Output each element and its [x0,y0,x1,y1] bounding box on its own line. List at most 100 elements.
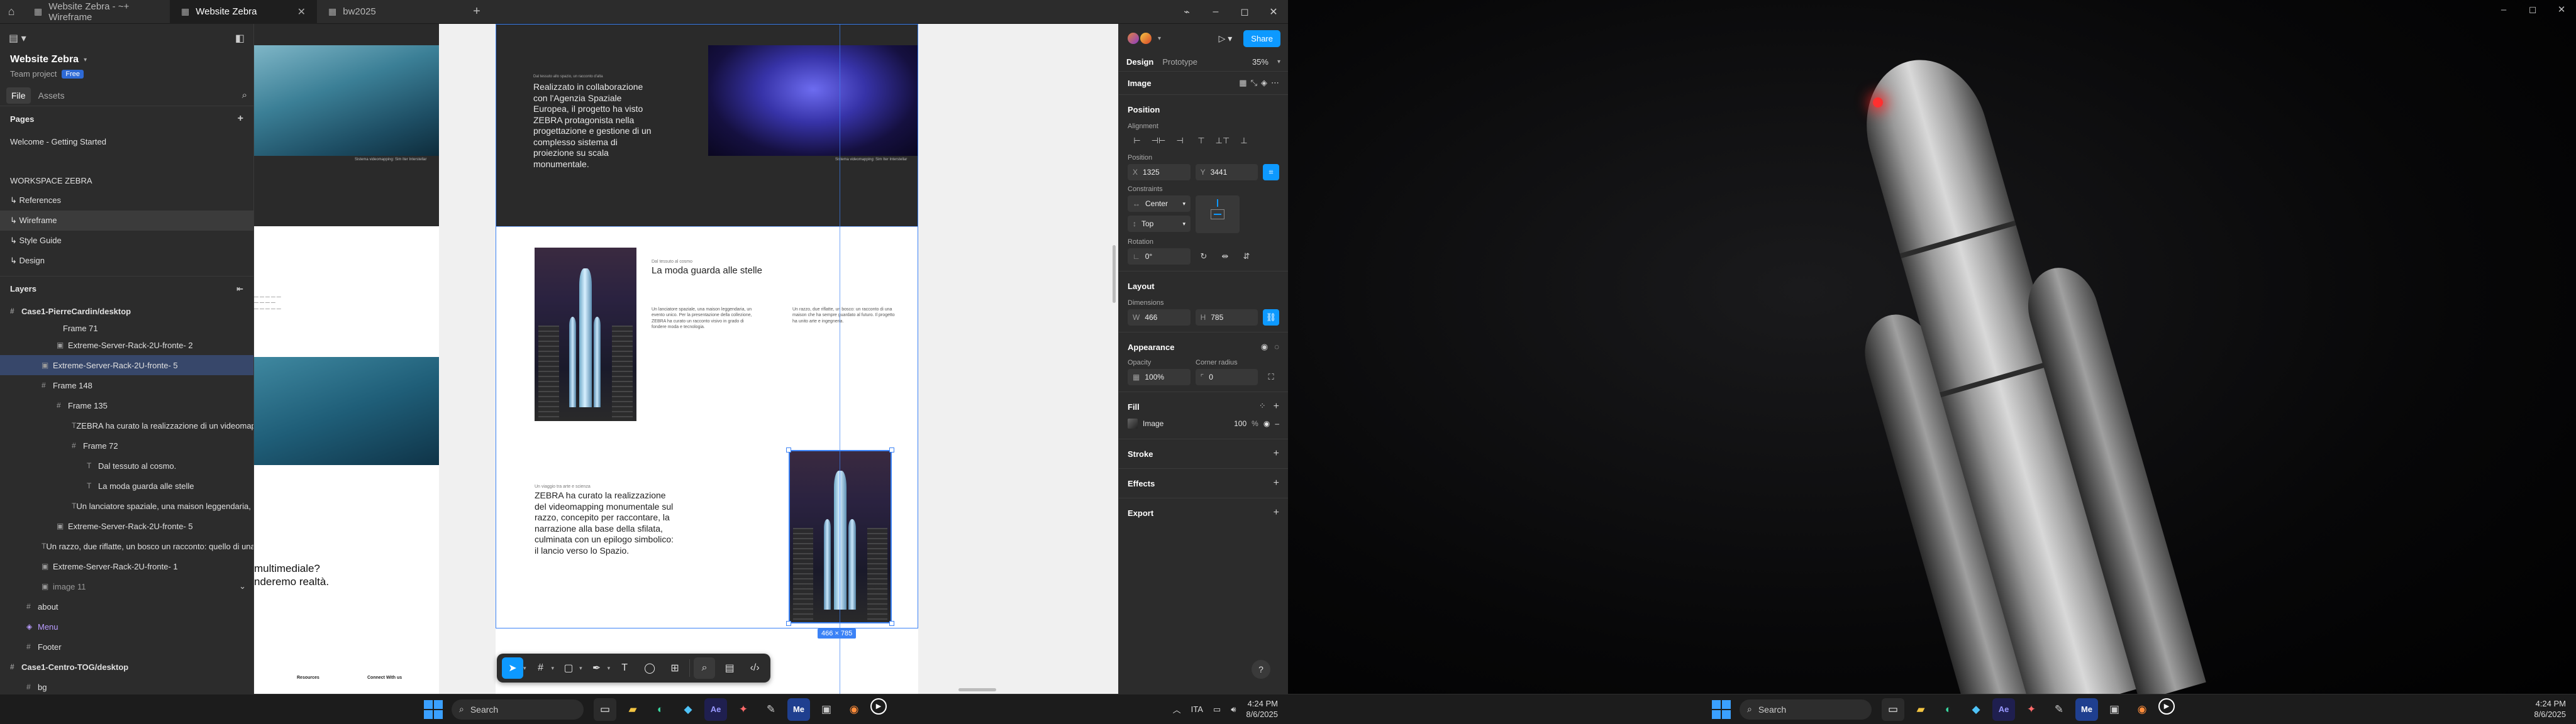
tab-file[interactable]: File [6,87,31,104]
chevron-down-icon[interactable]: ▾ [608,665,611,672]
blend-icon[interactable]: ◌ [1274,342,1279,352]
clock[interactable]: 4:24 PM 8/6/2025 [1246,699,1278,720]
present-icon[interactable]: ▷ ▾ [1219,33,1233,44]
volume-icon[interactable]: 🔊︎ [1231,705,1236,715]
styles-icon[interactable]: ⁘ [1259,401,1266,412]
media-player-icon[interactable]: ▶ [2158,698,2175,715]
vscode-icon[interactable]: ◆ [677,698,699,721]
layer-row[interactable]: T La moda guarda alle stelle [0,476,253,496]
minimize-icon[interactable]: – [1201,0,1230,24]
x-position-field[interactable]: X 1325 [1128,164,1191,180]
windows-start-icon[interactable] [1712,699,1731,719]
maximize-icon[interactable]: ◻ [2518,0,2547,19]
tab-design[interactable]: Design [1126,57,1153,67]
tab-website-zebra[interactable]: ▦ Website Zebra ✕ [170,0,317,24]
move-tool-icon[interactable]: ➤ [502,657,523,679]
more-icon[interactable]: ⋯ [1271,78,1279,88]
language-indicator[interactable]: ITA [1191,705,1203,714]
chevron-down-icon[interactable]: ▾ [1277,58,1280,65]
horizontal-constraint[interactable]: ↔ Center ▾ [1128,195,1191,212]
share-button[interactable]: Share [1243,30,1280,47]
maximize-icon[interactable]: ◻ [1230,0,1259,24]
layer-row[interactable]: # Frame 148 [0,375,253,395]
layer-row-selected[interactable]: ▣ Extreme-Server-Rack-2U-fronte- 5 [0,355,253,375]
underwater-photo[interactable] [254,45,439,156]
figma-icon[interactable]: ✦ [732,698,755,721]
toggle-sidebar-icon[interactable]: ◧ [235,32,245,45]
design-canvas[interactable]: Sistema videomapping: Sim Iter Interstel… [254,24,1118,694]
individual-corners-icon[interactable]: ⛶ [1263,369,1279,385]
edge-icon[interactable]: ◐ [1937,698,1960,721]
actions-tool-icon[interactable]: ⊞ [664,657,686,679]
layer-row[interactable]: # Case1-PierreCardin/desktop [0,301,253,321]
media-encoder-icon[interactable]: Me [2075,698,2098,721]
file-explorer-icon[interactable]: ▰ [1909,698,1932,721]
design-mode-icon[interactable]: ⌕ [694,657,716,679]
flip-vertical-icon[interactable]: ⇵ [1238,248,1255,265]
tab-wireframe[interactable]: ▦ Website Zebra - ~+ Wireframe [23,0,170,24]
taskbar-search[interactable]: ⌕ Search [452,699,584,720]
help-button[interactable]: ? [1252,660,1270,679]
grid-icon[interactable]: ▦ [1239,78,1246,88]
y-position-field[interactable]: Y 3441 [1195,164,1258,180]
pen-app-icon[interactable]: ✎ [2048,698,2070,721]
rotate-icon[interactable]: ↻ [1196,248,1212,265]
media-player-icon[interactable]: ▶ [870,698,887,715]
new-tab-button[interactable]: + [464,0,489,24]
layer-row[interactable]: ▣ Extreme-Server-Rack-2U-fronte- 5 [0,516,253,536]
height-field[interactable]: H 785 [1195,309,1258,326]
layer-row[interactable]: # Frame 135 [0,395,253,415]
layer-row[interactable]: # Case1-Centro-TOG/desktop [0,657,253,677]
collapse-layers-icon[interactable]: ⇤ [236,284,243,294]
layer-row[interactable]: ◈ Menu [0,617,253,637]
expand-icon[interactable]: ⌄ [239,581,246,591]
rectangle-tool-icon[interactable]: ▢ [558,657,579,679]
tab-prototype[interactable]: Prototype [1162,57,1197,67]
figma-icon[interactable]: ✦ [2020,698,2043,721]
align-top-icon[interactable]: ⊤ [1192,133,1211,149]
align-right-icon[interactable]: ⊣ [1170,133,1189,149]
avatar[interactable] [1139,31,1153,45]
add-fill-icon[interactable]: + [1274,401,1279,412]
lock-ratio-icon[interactable]: ⛓ [1263,309,1279,326]
layer-row[interactable]: # Frame 72 [0,436,253,456]
constraint-widget[interactable] [1196,195,1240,233]
layer-row[interactable]: T Un razzo, due riflatte, un bosco un rac… [0,536,253,556]
frame-tool-icon[interactable]: # [530,657,552,679]
add-effect-icon[interactable]: + [1274,478,1279,489]
chevron-down-icon[interactable]: ▾ [1158,35,1161,42]
avatar[interactable] [1126,31,1140,45]
page-item[interactable]: ↳ Style Guide [0,231,253,251]
layer-row[interactable]: T ZEBRA ha curato la realizzazione di un … [0,415,253,436]
image-selection-box[interactable] [789,450,892,623]
page-item[interactable]: ↳ References [0,190,253,211]
image-fill-swatch[interactable] [1128,419,1138,429]
resize-handle-sw[interactable] [786,621,791,626]
after-effects-icon[interactable]: Ae [704,698,727,721]
align-bottom-icon[interactable]: ⊥ [1235,133,1253,149]
eye-icon[interactable]: ◉ [1261,342,1268,352]
chevron-up-icon[interactable]: ︿ [1173,703,1181,715]
opacity-field[interactable]: ▦ 100% [1128,369,1191,385]
firefox-icon[interactable]: ◉ [843,698,865,721]
firefox-icon[interactable]: ◉ [2131,698,2153,721]
underwater-photo-2[interactable] [254,357,439,465]
minimize-icon[interactable]: – [2489,0,2518,19]
artboard-left[interactable]: Sistema videomapping: Sim Iter Interstel… [254,24,439,694]
task-view-icon[interactable]: ▭ [1882,698,1904,721]
vertical-scrollbar[interactable] [1113,245,1116,303]
corner-radius-field[interactable]: ⌜ 0 [1195,369,1258,385]
close-window-icon[interactable]: ✕ [1259,0,1288,24]
zoom-level[interactable]: 35% [1252,57,1269,67]
remove-fill-icon[interactable]: – [1275,419,1279,428]
media-encoder-icon[interactable]: Me [787,698,810,721]
pen-tool-icon[interactable]: ✒ [586,657,608,679]
layer-row[interactable]: Frame 71 [0,321,253,335]
resize-handle-ne[interactable] [889,447,894,452]
task-view-icon[interactable]: ▭ [594,698,616,721]
layer-row[interactable]: T Un lanciatore spaziale, una maison legg… [0,496,253,516]
layer-row[interactable]: ▣ Extreme-Server-Rack-2U-fronte- 1 [0,556,253,576]
tab-assets[interactable]: Assets [33,87,70,104]
vertical-constraint[interactable]: ↕ Top ▾ [1128,216,1191,232]
text-tool-icon[interactable]: T [614,657,635,679]
